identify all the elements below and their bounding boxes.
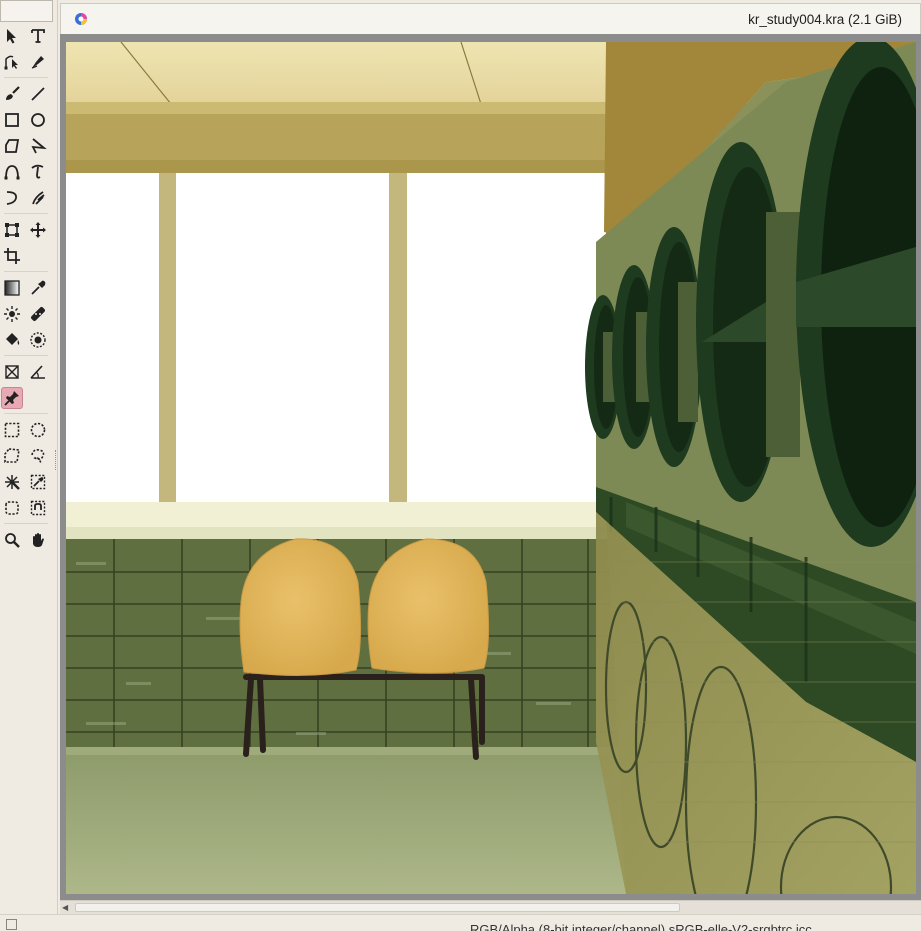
scrollbar-thumb[interactable] [75,903,680,912]
enclose-fill-icon[interactable] [27,329,49,351]
freehand-select-icon[interactable] [27,445,49,467]
contiguous-select-icon[interactable] [1,471,23,493]
window-mullion-right [389,173,407,513]
ellipse-select-icon[interactable] [27,419,49,441]
gradient-icon[interactable] [1,277,23,299]
dynamic-brush-icon[interactable] [1,187,23,209]
painting-canvas[interactable] [66,42,916,894]
zoom-icon[interactable] [1,529,23,551]
toolbox-resize-grip[interactable] [55,450,57,470]
krita-window: kr_study004.kra (2.1 GiB) ◀ RGB/Alpha (8… [0,0,921,931]
freehand-path-icon[interactable] [27,161,49,183]
calligraphy-icon[interactable] [27,51,49,73]
move-icon[interactable] [27,219,49,241]
similar-select-icon[interactable] [27,471,49,493]
selection-status-icon[interactable] [6,919,17,930]
magnetic-select-icon[interactable] [27,497,49,519]
measure-icon[interactable] [27,361,49,383]
assistant-icon[interactable] [1,361,23,383]
smart-patch-icon[interactable] [27,303,49,325]
polygon-select-icon[interactable] [1,445,23,467]
bezier-curve-icon[interactable] [1,161,23,183]
krita-logo-icon [75,13,87,25]
horizontal-scrollbar[interactable]: ◀ [60,900,921,914]
rect-select-icon[interactable] [1,419,23,441]
transform-icon[interactable] [1,219,23,241]
text-icon[interactable] [27,25,49,47]
polyline-icon[interactable] [27,135,49,157]
reference-images-icon[interactable] [1,387,23,409]
rectangle-icon[interactable] [1,109,23,131]
document-subwindow: kr_study004.kra (2.1 GiB) ◀ [58,0,921,931]
document-title-bar[interactable]: kr_study004.kra (2.1 GiB) [60,3,921,34]
select-shapes-icon[interactable] [1,25,23,47]
washer-door-3 [646,227,702,467]
line-icon[interactable] [27,83,49,105]
status-bar: RGB/Alpha (8-bit integer/channel) sRGB-e… [0,914,921,931]
window-glass [66,173,626,513]
scroll-left-arrow-icon[interactable]: ◀ [62,903,72,913]
edit-shapes-icon[interactable] [1,51,23,73]
ellipse-icon[interactable] [27,109,49,131]
polygon-icon[interactable] [1,135,23,157]
fill-icon[interactable] [1,329,23,351]
colorize-mask-icon[interactable] [1,303,23,325]
toolbox-docker [0,0,58,931]
color-picker-icon[interactable] [27,277,49,299]
toolbox-title-bar[interactable] [0,0,53,22]
color-space-status[interactable]: RGB/Alpha (8-bit integer/channel) sRGB-e… [470,922,812,931]
floor [66,747,686,894]
window-mullion-left [159,173,176,513]
pan-icon[interactable] [27,529,49,551]
document-title: kr_study004.kra (2.1 GiB) [748,12,902,27]
canvas-area[interactable] [60,34,921,900]
freehand-brush-icon[interactable] [1,83,23,105]
bezier-select-icon[interactable] [1,497,23,519]
multibrush-icon[interactable] [27,187,49,209]
crop-icon[interactable] [1,245,23,267]
